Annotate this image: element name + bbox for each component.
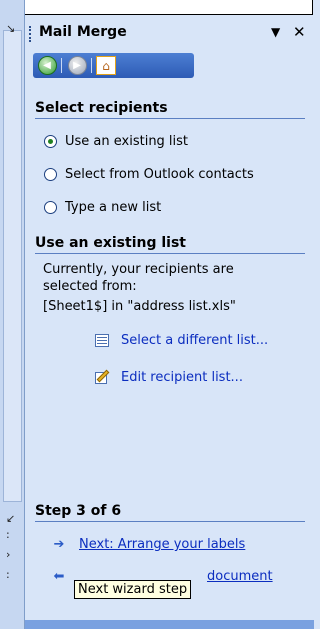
- step-heading: Step 3 of 6: [35, 503, 122, 519]
- vertical-ruler: [3, 30, 22, 502]
- radio-label: Select from Outlook contacts: [65, 167, 254, 182]
- select-different-list-label[interactable]: Select a different list...: [121, 333, 268, 348]
- section-divider: [35, 521, 305, 522]
- radio-type-new-list[interactable]: Type a new list: [44, 200, 161, 215]
- task-pane-header: Mail Merge ▼ ✕: [25, 16, 314, 50]
- next-step-label[interactable]: Next: Arrange your labels: [79, 537, 245, 552]
- select-recipients-heading: Select recipients: [35, 100, 168, 116]
- pane-bottom-edge: [25, 620, 314, 629]
- mail-merge-task-pane: Mail Merge ▼ ✕ ◀ ▶ ⌂ Select recipients U…: [25, 16, 314, 629]
- edit-recipient-list-label[interactable]: Edit recipient list...: [121, 370, 243, 385]
- use-existing-list-heading: Use an existing list: [35, 235, 186, 251]
- select-different-list-link[interactable]: Select a different list...: [95, 333, 268, 348]
- ruler-tick-icon: :: [6, 568, 10, 581]
- document-window-edge: ↘ ↙ : › :: [0, 0, 25, 629]
- ruler-marker-icon: ↙: [6, 512, 16, 525]
- recipients-source: [Sheet1$] in "address list.xls": [43, 299, 236, 314]
- radio-button[interactable]: [44, 168, 57, 181]
- home-button[interactable]: ⌂: [96, 56, 116, 75]
- list-icon: [95, 334, 109, 347]
- nav-separator: [61, 58, 62, 73]
- recipients-description: Currently, your recipients are selected …: [43, 262, 234, 294]
- back-arrow-icon: ◀: [37, 56, 57, 75]
- ruler-tick-icon: :: [6, 528, 10, 541]
- radio-label: Use an existing list: [65, 134, 189, 149]
- nav-separator: [91, 58, 92, 73]
- edit-recipient-list-link[interactable]: Edit recipient list...: [95, 369, 243, 385]
- next-step-link[interactable]: ➔ Next: Arrange your labels: [53, 537, 246, 552]
- drag-grip[interactable]: [29, 26, 34, 42]
- radio-label: Type a new list: [65, 200, 162, 215]
- radio-button-checked[interactable]: [44, 135, 57, 148]
- section-divider: [35, 253, 305, 254]
- ruler-marker-icon: ↘: [6, 22, 16, 35]
- tooltip: Next wizard step: [74, 580, 192, 599]
- radio-select-outlook-contacts[interactable]: Select from Outlook contacts: [44, 167, 254, 182]
- back-button[interactable]: ◀: [37, 56, 57, 75]
- pane-title: Mail Merge: [39, 24, 127, 40]
- navigation-bar: ◀ ▶ ⌂: [33, 53, 194, 78]
- left-arrow-icon: ⬅: [53, 569, 65, 584]
- document-window-frame: [0, 0, 313, 15]
- ruler-tick-icon: ›: [6, 548, 11, 561]
- close-icon[interactable]: ✕: [293, 23, 306, 41]
- section-divider: [35, 118, 305, 119]
- radio-use-existing-list[interactable]: Use an existing list: [44, 134, 188, 149]
- home-icon: ⌂: [96, 56, 116, 75]
- forward-button[interactable]: ▶: [67, 56, 87, 75]
- radio-button[interactable]: [44, 201, 57, 214]
- right-arrow-icon: ➔: [53, 537, 65, 552]
- forward-arrow-icon: ▶: [67, 56, 87, 75]
- edit-list-icon: [95, 369, 111, 385]
- previous-step-label[interactable]: document: [207, 569, 273, 584]
- triangle-down-icon[interactable]: ▼: [271, 25, 280, 39]
